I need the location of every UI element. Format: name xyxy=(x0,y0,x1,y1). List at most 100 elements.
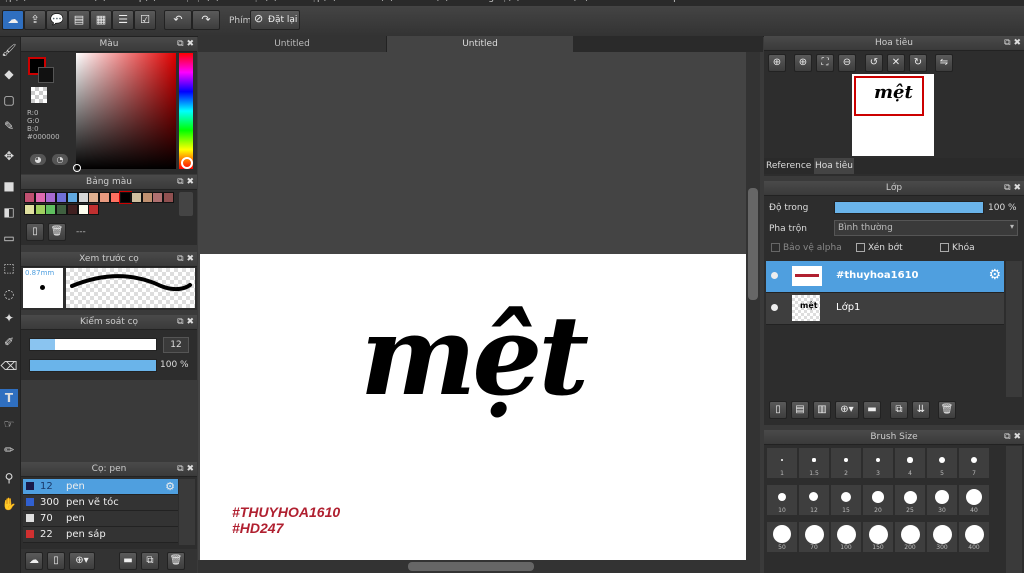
brush-size-cell[interactable]: 100 xyxy=(831,522,861,552)
new-palette-icon[interactable]: ▯ xyxy=(26,223,44,241)
color-swatch[interactable] xyxy=(24,192,35,203)
brush-size-cell[interactable]: 70 xyxy=(799,522,829,552)
operation-tool-icon[interactable]: ☞ xyxy=(0,415,18,433)
tab-untitled-1[interactable]: Untitled xyxy=(198,36,387,52)
canvas-area[interactable]: mệt #THUYHOA1610 #HD247 xyxy=(198,52,746,560)
brush-list-item[interactable]: 70 pen xyxy=(23,511,178,527)
menu-item[interactable]: Xem(V) xyxy=(416,0,449,3)
color-swatch[interactable] xyxy=(163,192,175,203)
panel-close-icon[interactable]: ⧉ ✖ xyxy=(177,175,194,189)
brush-size-cell[interactable]: 1 xyxy=(767,448,797,478)
merge-layer-icon[interactable]: ⇊ xyxy=(912,401,930,419)
color-swatch[interactable] xyxy=(131,192,142,203)
new-layer-alt-icon[interactable]: ▤ xyxy=(791,401,809,419)
saturation-value-picker[interactable] xyxy=(73,53,176,172)
color-swatch[interactable] xyxy=(56,192,68,203)
layer-visibility-icon[interactable] xyxy=(771,304,778,311)
rectangle-tool-icon[interactable]: ▢ xyxy=(0,91,18,109)
list-icon[interactable]: ☰ xyxy=(112,10,134,30)
new-halftone-layer-icon[interactable]: ▥ xyxy=(813,401,831,419)
color-swatch[interactable] xyxy=(66,204,78,215)
brush-tool-icon[interactable]: 🖌 xyxy=(0,41,18,59)
brush-size-cell[interactable]: 7 xyxy=(959,448,989,478)
layer-settings-gear-icon[interactable]: ⚙ xyxy=(988,267,1001,283)
menu-item[interactable]: Chỉnh sửa(E) xyxy=(49,0,106,3)
zoom-out-icon[interactable]: ⊖ xyxy=(838,54,856,72)
palette-scrollbar[interactable] xyxy=(179,192,193,216)
canvas-vertical-scrollbar[interactable] xyxy=(746,52,760,560)
eyedropper-tool-icon[interactable]: ⚲ xyxy=(0,469,18,487)
color-swatch[interactable] xyxy=(98,192,110,203)
magic-wand-tool-icon[interactable]: ✦ xyxy=(0,309,18,327)
brush-list-item[interactable]: 22 pen sáp xyxy=(23,527,178,543)
select-eraser-tool-icon[interactable]: ⌫ xyxy=(0,357,18,375)
rotate-left-icon[interactable]: ↺ xyxy=(865,54,883,72)
add-layer-dropdown-icon[interactable]: ⊕▾ xyxy=(835,401,859,419)
color-swatch[interactable] xyxy=(141,192,153,203)
redo-button[interactable]: ↷ xyxy=(192,10,220,30)
reset-view-icon[interactable]: ✕ xyxy=(887,54,905,72)
layer-item-lop1[interactable]: mệt Lớp1 xyxy=(766,293,1004,325)
brush-settings-gear-icon[interactable]: ⚙ xyxy=(165,479,175,494)
brush-size-scrollbar[interactable] xyxy=(1006,446,1022,573)
color-swatch[interactable] xyxy=(56,204,68,215)
color-swatch[interactable] xyxy=(77,204,89,215)
blend-mode-select[interactable]: Bình thường ▾ xyxy=(834,220,1018,236)
layer-visibility-icon[interactable] xyxy=(771,272,778,279)
panel-close-icon[interactable]: ⧉ ✖ xyxy=(177,252,194,266)
protect-alpha-checkbox[interactable]: Bảo vệ alpha xyxy=(771,243,842,253)
comment-icon[interactable]: 💬 xyxy=(46,10,68,30)
canvas-horizontal-scrollbar[interactable] xyxy=(198,560,760,573)
layer-opacity-slider[interactable] xyxy=(834,201,984,214)
tab-reference[interactable]: Reference xyxy=(766,158,811,174)
brush-size-cell[interactable]: 25 xyxy=(895,485,925,515)
panel-close-icon[interactable]: ⧉ ✖ xyxy=(177,462,194,476)
eraser-tool-icon[interactable]: ◆ xyxy=(0,65,18,83)
brush-size-cell[interactable]: 10 xyxy=(767,485,797,515)
brush-size-cell[interactable]: 15 xyxy=(831,485,861,515)
menu-item[interactable]: Help xyxy=(658,0,679,3)
color-swatch[interactable] xyxy=(34,192,46,203)
transparent-color[interactable] xyxy=(31,87,47,103)
menu-item[interactable]: Tệp(F) xyxy=(0,0,27,3)
brush-size-cell[interactable]: 2 xyxy=(831,448,861,478)
menu-item[interactable]: Màu (C) xyxy=(359,0,394,3)
share-icon[interactable]: ⇪ xyxy=(24,10,46,30)
brush-list-item[interactable]: 300 pen vẽ tóc xyxy=(23,495,178,511)
menu-item[interactable]: Chụp(N) xyxy=(299,0,336,3)
brush-size-slider[interactable] xyxy=(29,338,157,351)
lasso-tool-icon[interactable]: ◌ xyxy=(0,285,18,303)
pen-tool-icon[interactable]: ✎ xyxy=(0,117,18,135)
gradient-tool-icon[interactable]: ▭ xyxy=(0,229,18,247)
color-swatch[interactable] xyxy=(88,204,100,215)
brush-size-cell[interactable]: 4 xyxy=(895,448,925,478)
brush-size-cell[interactable]: 12 xyxy=(799,485,829,515)
layer-folder-icon[interactable]: ▬ xyxy=(863,401,881,419)
new-brush-icon[interactable]: ▯ xyxy=(47,552,65,570)
color-swatch[interactable] xyxy=(24,204,35,215)
divide-tool-icon[interactable]: ✏ xyxy=(0,441,18,459)
zoom-in-icon[interactable]: ⊕ xyxy=(768,54,786,72)
checklist-icon[interactable]: ☑ xyxy=(134,10,156,30)
duplicate-layer-icon[interactable]: ⧉ xyxy=(890,401,908,419)
new-layer-icon[interactable]: ▯ xyxy=(769,401,787,419)
fill-rect-tool-icon[interactable]: ■ xyxy=(0,177,18,195)
clipping-checkbox[interactable]: Xén bớt xyxy=(856,243,903,253)
tab-navigator[interactable]: Hoa tiêu xyxy=(814,158,854,174)
panel-close-icon[interactable]: ⧉ ✖ xyxy=(1004,36,1021,50)
lock-checkbox[interactable]: Khóa xyxy=(940,243,975,253)
menu-item[interactable]: Lớp(L) xyxy=(128,0,156,3)
palette-icon[interactable]: ◕ xyxy=(30,154,46,165)
delete-layer-icon[interactable]: 🗑 xyxy=(938,401,956,419)
menu-item[interactable]: Công cụ(T) xyxy=(471,0,520,3)
color-swatch[interactable] xyxy=(88,192,100,203)
menu-item[interactable]: Bộ lọc(R) xyxy=(179,0,220,3)
panel-close-icon[interactable]: ⧉ ✖ xyxy=(1004,181,1021,195)
navigator-thumbnail[interactable]: mệt xyxy=(852,74,934,156)
panel-close-icon[interactable]: ⧉ ✖ xyxy=(177,315,194,329)
text-box-icon[interactable]: ▤ xyxy=(68,10,90,30)
color-swatch[interactable] xyxy=(34,204,46,215)
duplicate-brush-icon[interactable]: ⧉ xyxy=(141,552,159,570)
brush-list-scrollbar[interactable] xyxy=(179,479,195,545)
text-tool-icon[interactable]: T xyxy=(0,389,18,407)
